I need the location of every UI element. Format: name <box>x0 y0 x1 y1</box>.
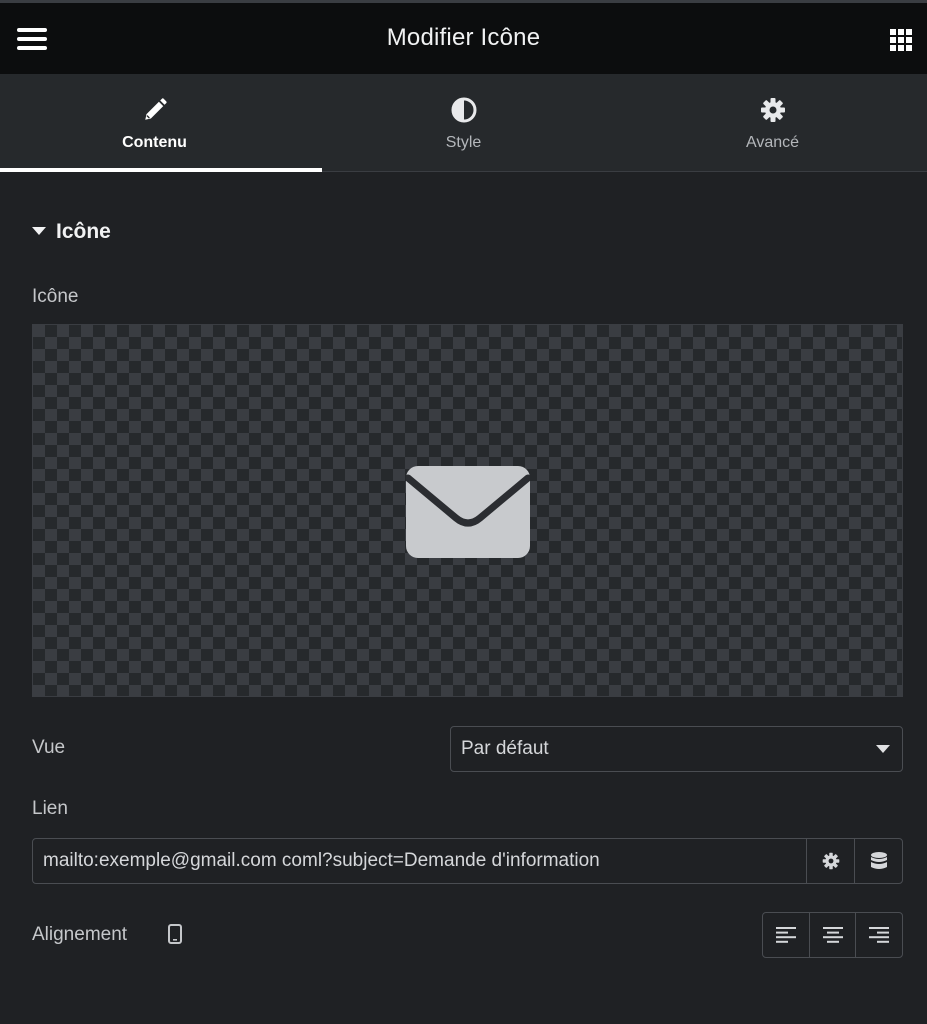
panel-header: Modifier Icône <box>0 0 927 74</box>
caret-down-icon <box>32 227 46 235</box>
gear-icon <box>760 96 786 124</box>
envelope-icon <box>404 466 532 563</box>
icon-preview[interactable] <box>32 324 903 697</box>
chevron-down-icon <box>876 745 890 753</box>
tab-avance-label: Avancé <box>745 134 800 151</box>
align-center-icon <box>822 927 843 943</box>
panel-title: Modifier Icône <box>386 24 541 51</box>
align-right-icon <box>869 927 890 943</box>
align-center-button[interactable] <box>808 913 856 957</box>
grid-apps-icon[interactable] <box>885 24 917 56</box>
align-left-button[interactable] <box>763 913 809 957</box>
view-select-value: Par défaut <box>461 738 549 759</box>
panel-tabs: Contenu Style Avancé <box>0 74 927 172</box>
database-icon <box>870 852 887 869</box>
tab-avance[interactable]: Avancé <box>618 74 927 171</box>
align-right-button[interactable] <box>855 913 902 957</box>
tab-contenu[interactable]: Contenu <box>0 74 322 172</box>
link-settings-button[interactable] <box>806 839 854 883</box>
view-select[interactable]: Par défaut <box>450 726 903 772</box>
tab-contenu-label: Contenu <box>122 134 187 151</box>
mobile-device-icon[interactable] <box>168 924 182 949</box>
icon-field-label: Icône <box>32 286 79 307</box>
view-field-label: Vue <box>32 737 66 758</box>
link-input[interactable] <box>33 839 806 883</box>
tab-style[interactable]: Style <box>309 74 618 171</box>
dynamic-tags-button[interactable] <box>854 839 902 883</box>
align-left-icon <box>775 927 796 943</box>
alignment-button-group <box>762 912 903 958</box>
gear-icon <box>822 852 839 870</box>
alignment-field-label: Alignement <box>32 924 128 945</box>
section-toggle[interactable]: Icône <box>32 220 111 244</box>
tab-style-label: Style <box>445 134 482 151</box>
link-field-label: Lien <box>32 798 68 819</box>
pencil-icon <box>142 96 168 124</box>
link-input-group <box>32 838 903 884</box>
half-circle-icon <box>451 96 477 124</box>
section-title: Icône <box>56 220 111 243</box>
